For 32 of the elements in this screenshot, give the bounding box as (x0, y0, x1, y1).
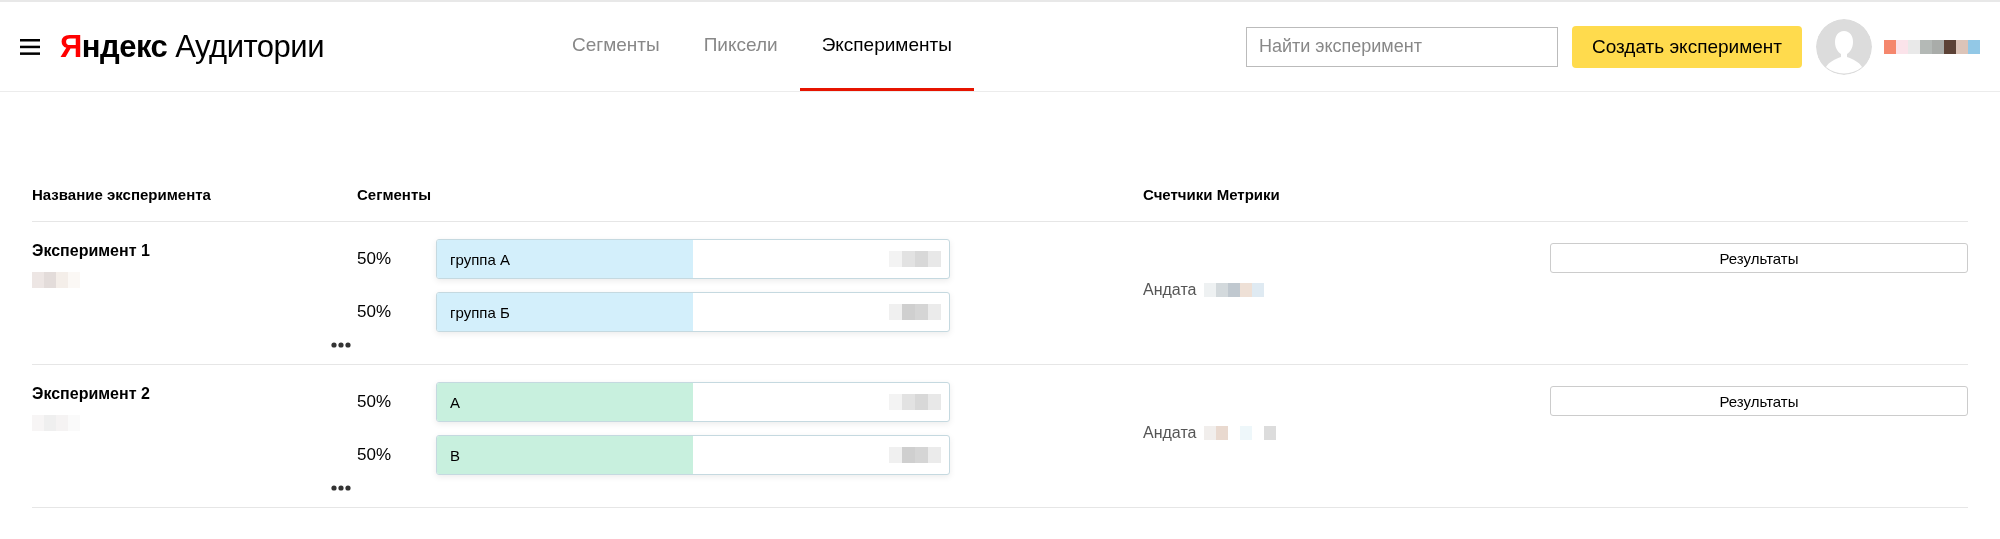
experiment-name[interactable]: Эксперимент 1 (32, 242, 357, 260)
experiment-name[interactable]: Эксперимент 2 (32, 385, 357, 403)
pixelated-redaction (32, 272, 80, 288)
segment-label: А (450, 393, 461, 411)
pixelated-redaction (889, 447, 941, 463)
create-experiment-button[interactable]: Создать эксперимент (1571, 25, 1802, 68)
results-button[interactable]: Результаты (1550, 386, 1968, 416)
share-percent: 50% (357, 302, 393, 322)
column-header: Счетчики Метрики (1143, 186, 1281, 203)
logo[interactable]: Яндекс Аудитории (60, 28, 550, 65)
share-percent: 50% (357, 392, 393, 412)
nav-tab[interactable]: Эксперименты (799, 2, 974, 91)
column-header: Название эксперимента (32, 186, 212, 203)
segment-label: В (450, 446, 461, 464)
pixelated-redaction (889, 251, 941, 267)
more-icon[interactable] (331, 485, 351, 491)
pixelated-redaction (889, 394, 941, 410)
nav-tab[interactable]: Сегменты (550, 2, 682, 91)
search-field[interactable]: Найти эксперимент (1245, 26, 1558, 67)
segment-label: группа Б (450, 303, 511, 321)
counter-name: Андата (1143, 423, 1197, 442)
column-header: Сегменты (357, 186, 433, 203)
more-icon[interactable] (331, 342, 351, 348)
pixelated-redaction (889, 304, 941, 320)
results-button[interactable]: Результаты (1550, 243, 1968, 273)
share-percent: 50% (357, 249, 393, 269)
counter-name: Андата (1143, 280, 1197, 299)
segment-label: группа А (450, 250, 511, 268)
nav-tab[interactable]: Пиксели (681, 2, 800, 91)
pixelated-redaction (1204, 282, 1265, 297)
menu-icon[interactable] (20, 37, 42, 56)
share-percent: 50% (357, 445, 393, 465)
